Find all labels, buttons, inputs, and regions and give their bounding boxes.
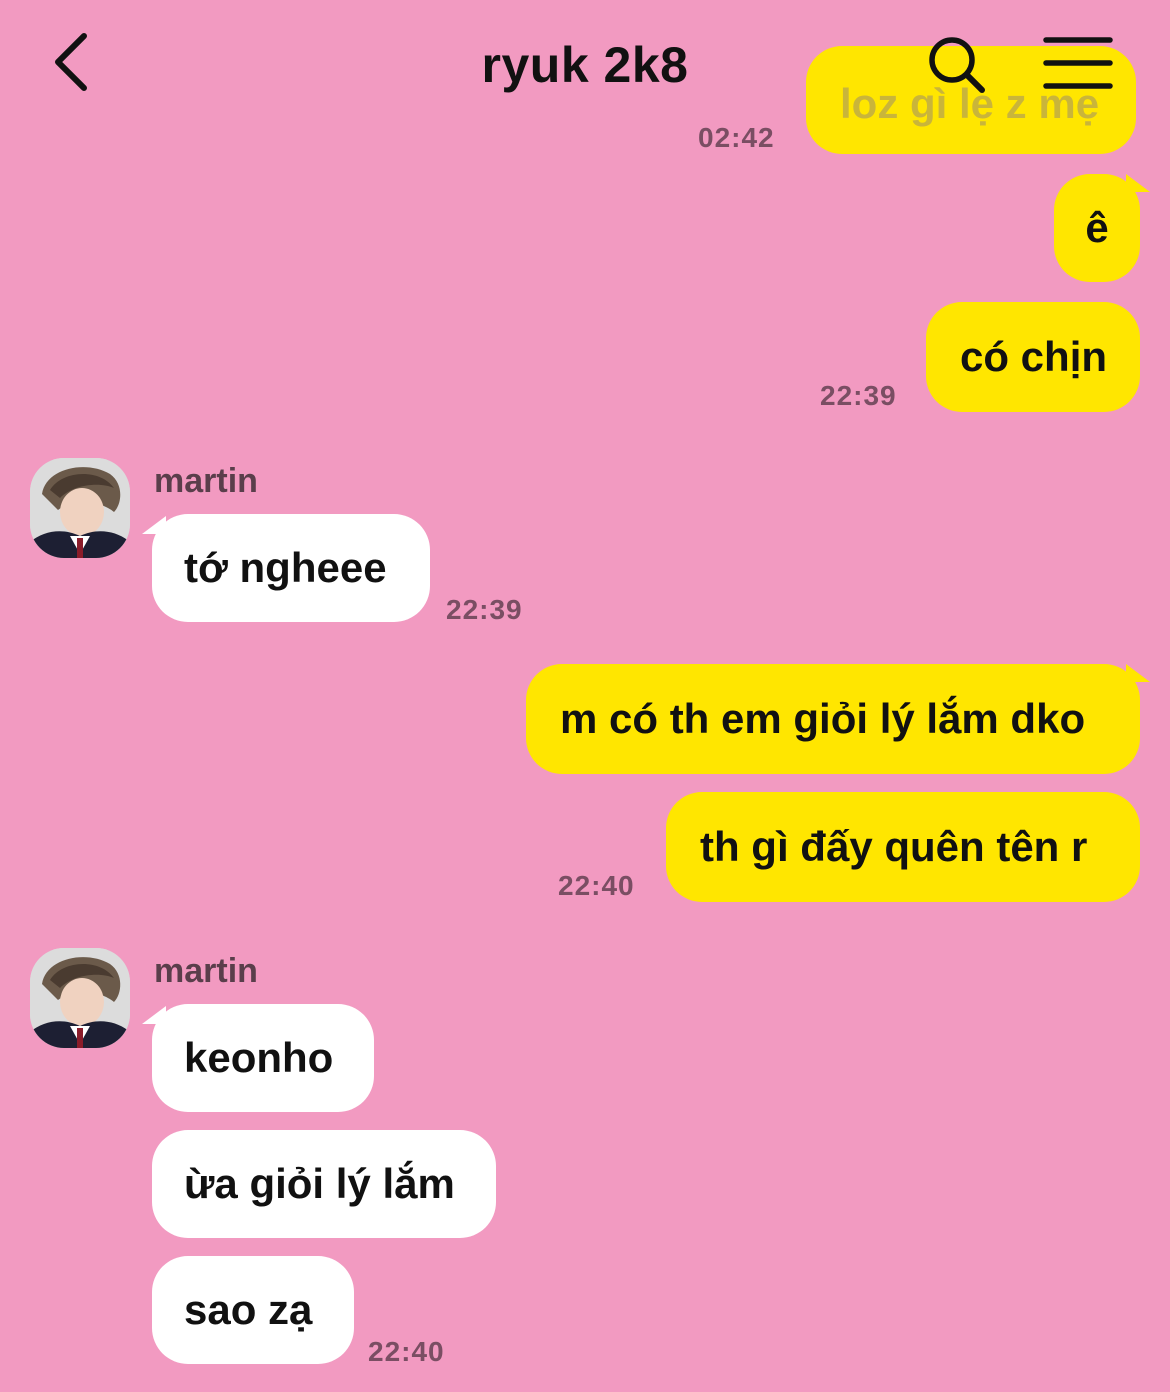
message-time: 22:39: [446, 594, 523, 625]
message-time: 22:39: [820, 380, 897, 411]
message-text: th gì đấy quên tên r: [700, 823, 1088, 870]
message-text: ê: [1085, 204, 1109, 251]
message-text: m có th em giỏi lý lắm dko: [560, 695, 1086, 742]
message-text: ừa giỏi lý lắm: [184, 1160, 455, 1207]
bubble-tail: [1126, 664, 1150, 682]
profile-photo-icon: [30, 458, 130, 558]
incoming-message[interactable]: keonho: [142, 1004, 374, 1112]
bubble-tail: [142, 516, 166, 534]
sender-name: martin: [154, 952, 258, 990]
bubble-tail: [1126, 174, 1150, 192]
avatar[interactable]: [30, 948, 130, 1048]
incoming-message[interactable]: tớ ngheee: [142, 514, 430, 622]
outgoing-message[interactable]: th gì đấy quên tên r: [666, 792, 1140, 902]
message-text: có chịn: [960, 333, 1108, 380]
bubble-tail: [142, 1006, 166, 1024]
message-time: 22:40: [368, 1336, 445, 1367]
outgoing-message[interactable]: m có th em giỏi lý lắm dko: [526, 664, 1150, 774]
chat-header: ryuk 2k8: [0, 0, 1170, 140]
message-text: sao zạ: [184, 1286, 313, 1333]
message-text: tớ ngheee: [184, 544, 387, 591]
hamburger-menu-icon: [1043, 37, 1113, 89]
search-button[interactable]: [922, 30, 992, 100]
outgoing-message[interactable]: ê: [1054, 174, 1150, 282]
message-time: 22:40: [558, 870, 635, 901]
incoming-message[interactable]: ừa giỏi lý lắm: [152, 1130, 496, 1238]
profile-photo-icon: [30, 948, 130, 1048]
avatar[interactable]: [30, 458, 130, 558]
incoming-message[interactable]: sao zạ: [152, 1256, 354, 1364]
sender-name: martin: [154, 462, 258, 500]
outgoing-message[interactable]: có chịn: [926, 302, 1140, 412]
chat-title: ryuk 2k8: [481, 37, 689, 93]
search-icon: [929, 37, 985, 93]
message-text: keonho: [184, 1034, 334, 1081]
menu-button[interactable]: [1042, 34, 1114, 92]
